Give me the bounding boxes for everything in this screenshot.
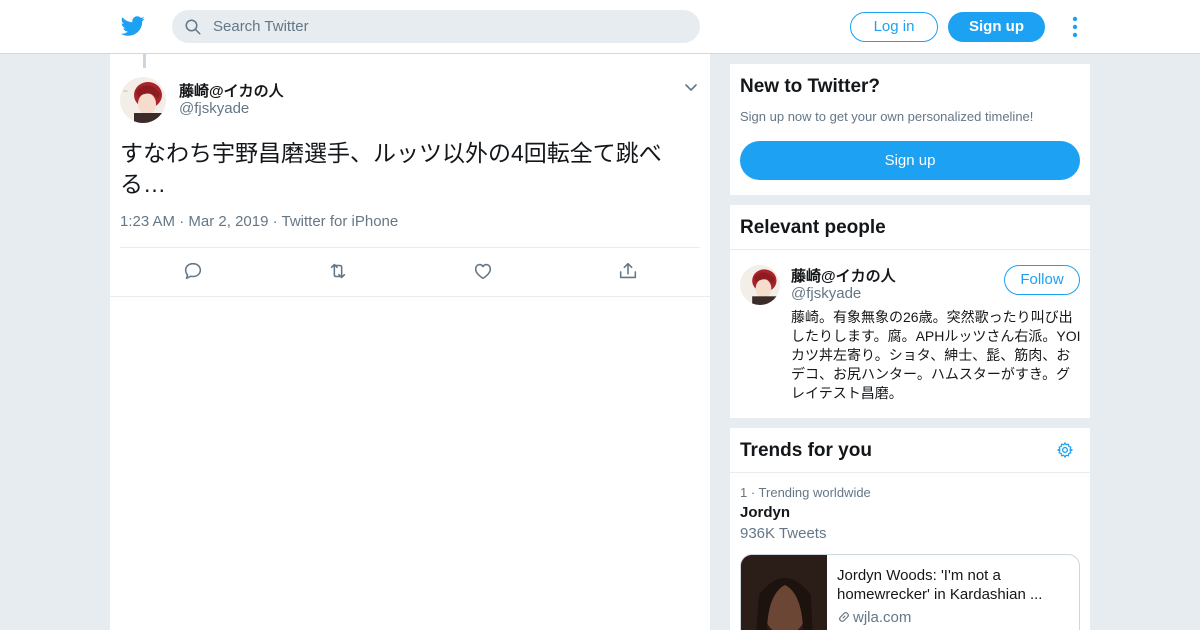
person-bio: 藤崎。有象無象の26歳。突然歌ったり叫び出したりします。腐。APHルッツさん右派… [791,309,1081,401]
meta-separator: · [175,213,189,230]
person-name[interactable]: 藤崎@イカの人 [791,265,896,286]
panel-title: Relevant people [740,217,886,238]
trend-news-card[interactable]: Jordyn Woods: 'I'm not a homewrecker' in… [740,554,1080,630]
person-handle[interactable]: @fjskyade [791,285,861,302]
tweet-metadata: 1:23 AM · Mar 2, 2019 · Twitter for iPho… [120,213,398,230]
log-in-button[interactable]: Log in [850,12,938,42]
divider [110,296,710,297]
tweet-detail: ~ 藤崎@イカの人 @fjskyade すなわち宇野昌磨選手、ルッツ以外の4回転… [110,54,710,630]
search-input[interactable]: Search Twitter [172,10,700,43]
trends-panel: Trends for you 1 · Trending worldwide Jo… [730,428,1090,630]
reply-icon[interactable] [182,260,204,282]
gear-icon[interactable] [1056,441,1074,459]
news-domain-text: wjla.com [853,609,912,626]
panel-subtitle: Sign up now to get your own personalized… [740,109,1034,124]
follow-button[interactable]: Follow [1004,265,1080,295]
relevant-people-panel: Relevant people 藤崎@イカの人 @fjskyade Follow… [730,205,1090,418]
chevron-down-icon[interactable] [684,80,698,94]
link-icon [839,612,849,622]
trend-name[interactable]: Jordyn [740,504,790,521]
sign-up-button[interactable]: Sign up [948,12,1045,42]
tweet-author-handle[interactable]: @fjskyade [179,100,249,117]
new-to-twitter-panel: New to Twitter? Sign up now to get your … [730,64,1090,195]
thread-line [143,54,146,68]
divider [120,247,700,248]
panel-title: Trends for you [740,440,872,461]
twitter-logo-icon[interactable] [120,14,146,38]
tweet-time[interactable]: 1:23 AM [120,213,175,230]
tweet-text: すなわち宇野昌磨選手、ルッツ以外の4回転全て跳べる… [120,140,662,197]
panel-title: New to Twitter? [740,76,881,97]
trend-tweet-count: 936K Tweets [740,525,827,542]
like-icon[interactable] [472,260,494,282]
tweet-author-name[interactable]: 藤崎@イカの人 [179,80,284,101]
search-placeholder: Search Twitter [213,18,309,35]
more-vertical-icon[interactable] [1069,15,1081,39]
tweet-date[interactable]: Mar 2, 2019 [188,213,268,230]
news-title: Jordyn Woods: 'I'm not a homewrecker' in… [837,567,1043,603]
tweet-actions [110,260,710,284]
avatar[interactable] [740,265,780,305]
meta-separator: · [268,213,282,230]
divider [730,472,1090,473]
retweet-icon[interactable] [327,260,349,282]
share-icon[interactable] [617,260,639,282]
top-navigation-bar: Search Twitter Log in Sign up [0,0,1200,54]
avatar[interactable]: ~ [120,77,166,123]
divider [730,249,1090,250]
tweet-source: Twitter for iPhone [281,213,399,230]
news-thumbnail [741,555,827,630]
search-icon [185,19,201,35]
news-domain: wjla.com [837,609,911,626]
sign-up-large-button[interactable]: Sign up [740,141,1080,180]
trend-meta: 1 · Trending worldwide [740,485,871,500]
svg-text:~: ~ [123,88,128,95]
